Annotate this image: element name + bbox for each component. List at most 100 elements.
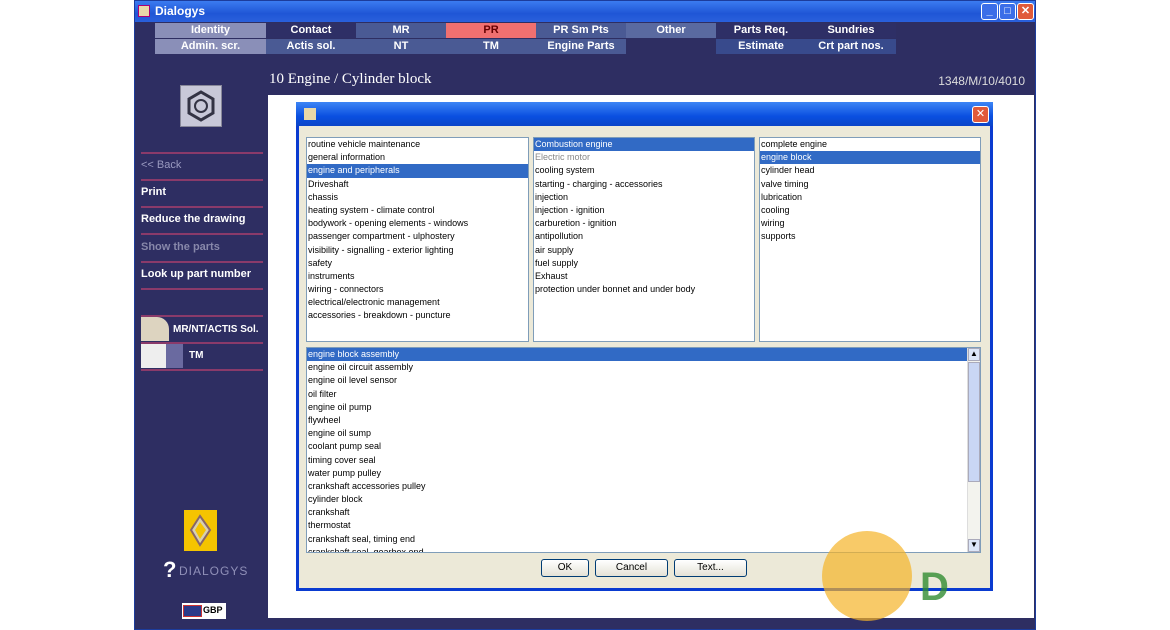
function-list[interactable]: complete engineengine blockcylinder head…	[759, 137, 981, 342]
tab-row2-7[interactable]: Crt part nos.	[806, 39, 896, 54]
window-title: Dialogys	[155, 4, 205, 18]
list-item[interactable]: Driveshaft	[307, 178, 528, 191]
list-item[interactable]: visibility - signalling - exterior light…	[307, 244, 528, 257]
reduce-drawing-link[interactable]: Reduce the drawing	[141, 213, 263, 225]
list-item[interactable]: lubrication	[760, 191, 980, 204]
list-item[interactable]: Combustion engine	[534, 138, 754, 151]
tab-row2-0[interactable]: Admin. scr.	[155, 39, 266, 54]
list-item[interactable]: injection - ignition	[534, 204, 754, 217]
list-item[interactable]: Electric motor	[534, 151, 754, 164]
list-item[interactable]: wiring	[760, 217, 980, 230]
sidebar: << Back Print Reduce the drawing Show th…	[135, 61, 269, 621]
tab-6[interactable]: Parts Req.	[716, 23, 806, 38]
dialogys-brand: DIALOGYS	[179, 564, 248, 578]
list-item[interactable]: accessories - breakdown - puncture	[307, 309, 528, 322]
java-icon	[304, 108, 316, 120]
list-item[interactable]: cooling	[760, 204, 980, 217]
list-item[interactable]: bodywork - opening elements - windows	[307, 217, 528, 230]
list-item[interactable]: engine block	[760, 151, 980, 164]
list-item[interactable]: supports	[760, 230, 980, 243]
tab-row2-6[interactable]: Estimate	[716, 39, 806, 54]
list-item[interactable]: safety	[307, 257, 528, 270]
tab-row2-4[interactable]: Engine Parts	[536, 39, 626, 54]
tab-0[interactable]: Identity	[155, 23, 266, 38]
app-icon	[138, 5, 150, 17]
list-item[interactable]: engine oil pump	[307, 401, 980, 414]
list-item[interactable]: routine vehicle maintenance	[307, 138, 528, 151]
list-item[interactable]: thermostat	[307, 519, 980, 532]
page-title: 10 Engine / Cylinder block	[269, 71, 431, 88]
title-bar: Dialogys _ □ ✕	[135, 1, 1035, 22]
tab-7[interactable]: Sundries	[806, 23, 896, 38]
list-item[interactable]: cooling system	[534, 164, 754, 177]
lookup-part-link[interactable]: Look up part number	[141, 268, 263, 280]
mr-nt-actis-link[interactable]: MR/NT/ACTIS Sol.	[173, 324, 263, 335]
list-item[interactable]: electrical/electronic management	[307, 296, 528, 309]
minimize-button[interactable]: _	[981, 3, 998, 20]
currency-button[interactable]: GBP	[182, 603, 226, 619]
list-item[interactable]: general information	[307, 151, 528, 164]
engine-section-icon	[180, 85, 222, 127]
renault-logo-icon	[184, 510, 217, 551]
tab-3[interactable]: PR	[446, 23, 536, 38]
list-item[interactable]: air supply	[534, 244, 754, 257]
tab-row2-1[interactable]: Actis sol.	[266, 39, 356, 54]
cancel-button[interactable]: Cancel	[595, 559, 668, 577]
list-item[interactable]: starting - charging - accessories	[534, 178, 754, 191]
subcategory-list[interactable]: Combustion engineElectric motorcooling s…	[533, 137, 755, 342]
list-item[interactable]: antipollution	[534, 230, 754, 243]
scroll-down-icon[interactable]: ▼	[968, 539, 980, 552]
print-link[interactable]: Print	[141, 186, 263, 198]
list-item[interactable]: chassis	[307, 191, 528, 204]
list-item[interactable]: engine and peripherals	[307, 164, 528, 177]
scroll-thumb[interactable]	[968, 362, 980, 482]
list-item[interactable]: heating system - climate control	[307, 204, 528, 217]
list-item[interactable]: carburetion - ignition	[534, 217, 754, 230]
list-item[interactable]: water pump pulley	[307, 467, 980, 480]
list-item[interactable]: engine oil level sensor	[307, 374, 980, 387]
list-item[interactable]: cylinder block	[307, 493, 980, 506]
tab-2[interactable]: MR	[356, 23, 446, 38]
list-item[interactable]: coolant pump seal	[307, 440, 980, 453]
back-link[interactable]: << Back	[141, 159, 263, 171]
list-item[interactable]: passenger compartment - ulphostery	[307, 230, 528, 243]
tab-1[interactable]: Contact	[266, 23, 356, 38]
tab-row2-2[interactable]: NT	[356, 39, 446, 54]
list-item[interactable]: Exhaust	[534, 270, 754, 283]
list-item[interactable]: engine block assembly	[307, 348, 980, 361]
parts-scrollbar[interactable]: ▲ ▼	[967, 348, 980, 552]
list-item[interactable]: instruments	[307, 270, 528, 283]
list-item[interactable]: protection under bonnet and under body	[534, 283, 754, 296]
list-item[interactable]: engine oil sump	[307, 427, 980, 440]
list-item[interactable]: complete engine	[760, 138, 980, 151]
dialog-title-bar: ✕	[296, 102, 993, 126]
tab-5[interactable]: Other	[626, 23, 716, 38]
list-item[interactable]: fuel supply	[534, 257, 754, 270]
help-icon[interactable]: ?	[163, 557, 176, 583]
tm-link[interactable]: TM	[189, 350, 249, 361]
maximize-button[interactable]: □	[999, 3, 1016, 20]
watermark-logo	[822, 531, 912, 621]
category-list[interactable]: routine vehicle maintenancegeneral infor…	[306, 137, 529, 342]
list-item[interactable]: cylinder head	[760, 164, 980, 177]
ok-button[interactable]: OK	[541, 559, 589, 577]
list-item[interactable]: crankshaft	[307, 506, 980, 519]
list-item[interactable]: timing cover seal	[307, 454, 980, 467]
list-item[interactable]: injection	[534, 191, 754, 204]
tm-clock-icon	[141, 344, 183, 368]
list-item[interactable]: crankshaft accessories pulley	[307, 480, 980, 493]
text-button[interactable]: Text...	[674, 559, 747, 577]
close-button[interactable]: ✕	[1017, 3, 1034, 20]
list-item[interactable]: wiring - connectors	[307, 283, 528, 296]
list-item[interactable]: oil filter	[307, 388, 980, 401]
scroll-up-icon[interactable]: ▲	[968, 348, 980, 361]
tab-4[interactable]: PR Sm Pts	[536, 23, 626, 38]
list-item[interactable]: valve timing	[760, 178, 980, 191]
parts-list[interactable]: engine block assemblyengine oil circuit …	[306, 347, 981, 553]
list-item[interactable]: flywheel	[307, 414, 980, 427]
uk-flag-icon	[183, 605, 202, 617]
list-item[interactable]: engine oil circuit assembly	[307, 361, 980, 374]
tab-row2-3[interactable]: TM	[446, 39, 536, 54]
show-parts-link[interactable]: Show the parts	[141, 241, 263, 253]
dialog-close-button[interactable]: ✕	[972, 106, 989, 123]
